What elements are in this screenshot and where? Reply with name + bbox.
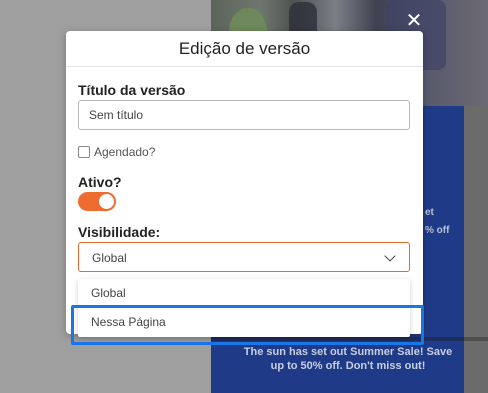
visibility-dropdown-list: Global Nessa Página — [78, 279, 410, 337]
chevron-down-icon — [384, 250, 396, 262]
modal-title: Edição de versão — [66, 31, 423, 67]
visibility-option-this-page[interactable]: Nessa Página — [78, 308, 410, 337]
active-toggle[interactable] — [78, 192, 116, 211]
background-promo-text: The sun has set out Summer Sale! Save up… — [243, 346, 453, 372]
version-title-label: Título da versão — [78, 82, 186, 98]
visibility-selected-value: Global — [92, 251, 127, 265]
scheduled-checkbox[interactable] — [78, 146, 90, 158]
visibility-label: Visibilidade: — [78, 224, 161, 240]
active-label: Ativo? — [78, 174, 122, 190]
background-divider — [211, 337, 488, 341]
background-promo-snippet: % off — [425, 225, 450, 236]
toggle-knob — [99, 194, 114, 209]
background-promo-snippet: et — [425, 207, 434, 218]
version-title-input[interactable] — [78, 100, 410, 130]
scheduled-label: Agendado? — [94, 145, 156, 159]
visibility-option-global[interactable]: Global — [78, 279, 410, 308]
visibility-select[interactable]: Global — [78, 242, 410, 272]
close-icon[interactable]: ✕ — [404, 11, 424, 31]
scheduled-row[interactable]: Agendado? — [78, 145, 155, 159]
